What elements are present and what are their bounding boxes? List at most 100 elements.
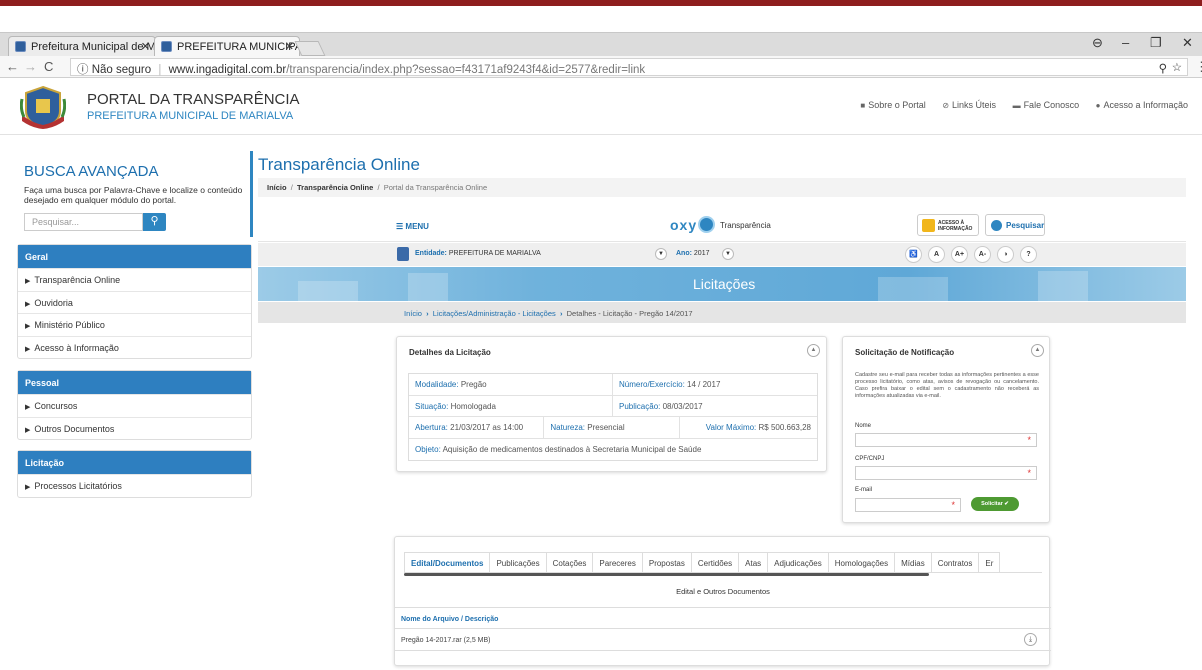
menu-group-title: Licitação xyxy=(18,451,251,474)
tab-edital[interactable]: Edital/Documentos xyxy=(404,552,491,572)
chevron-up-icon[interactable]: ▲ xyxy=(1031,344,1044,357)
font-increase-button[interactable]: A+ xyxy=(951,246,968,263)
busca-title: BUSCA AVANÇADA xyxy=(24,163,159,180)
site-title: PORTAL DA TRANSPARÊNCIA xyxy=(87,91,300,108)
browser-tab-2[interactable]: PREFEITURA MUNICIPAL ✕ xyxy=(154,36,300,57)
star-icon[interactable]: ☆ xyxy=(1172,60,1182,74)
banner-decoration xyxy=(408,273,448,301)
chevron-down-icon[interactable]: ▼ xyxy=(655,248,667,260)
tab-er[interactable]: Er xyxy=(978,552,1001,572)
tabs-scrollbar[interactable] xyxy=(404,573,929,576)
favicon-icon xyxy=(161,41,172,52)
tab-propostas[interactable]: Propostas xyxy=(641,552,692,572)
nome-label: Nome xyxy=(855,423,872,429)
field-value: R$ 500.663,28 xyxy=(758,423,812,432)
details-card: Detalhes da Licitação ▲ Modalidade: Preg… xyxy=(396,336,827,472)
solicitar-button[interactable]: Solicitar ✔ xyxy=(971,497,1019,511)
tab-homologacoes[interactable]: Homologações xyxy=(827,552,896,572)
link-links-uteis[interactable]: ⊘ Links Úteis xyxy=(942,100,996,110)
link-acesso[interactable]: ● Acesso a Informação xyxy=(1096,100,1188,110)
sidebar-item-concursos[interactable]: ▶ Concursos xyxy=(18,394,251,417)
chat-icon: ▬ xyxy=(1012,101,1021,110)
accessibility-icon[interactable]: ♿ xyxy=(905,246,922,263)
entity-select[interactable]: Entidade: PREFEITURA DE MARIALVA xyxy=(415,250,541,257)
email-field[interactable]: * xyxy=(855,498,961,512)
font-normal-button[interactable]: A xyxy=(928,246,945,263)
help-button[interactable]: ? xyxy=(1020,246,1037,263)
tab-midias[interactable]: Mídias xyxy=(894,552,932,572)
breadcrumb-section[interactable]: Transparência Online xyxy=(297,183,373,192)
field-value: 14 / 2017 xyxy=(687,380,721,389)
pesquisar-button[interactable]: Pesquisar xyxy=(985,214,1045,236)
forward-icon[interactable]: → xyxy=(24,59,37,74)
chevron-up-icon[interactable]: ▲ xyxy=(807,344,820,357)
tab-pareceres[interactable]: Pareceres xyxy=(592,552,643,572)
tab-cotacoes[interactable]: Cotações xyxy=(545,552,594,572)
menu-dots-icon[interactable]: ⋮ xyxy=(1195,59,1202,75)
email-label: E-mail xyxy=(855,487,873,493)
list-item[interactable]: Pregão 14-2017.rar (2,5 MB) ⤓ xyxy=(395,629,1051,651)
ano-select[interactable]: Ano: 2017 xyxy=(676,250,709,257)
info-icon[interactable]: ⓘ xyxy=(77,64,89,76)
banner-title: Licitações xyxy=(693,276,756,292)
sidebar-item-processos[interactable]: ▶ Processos Licitatórios xyxy=(18,474,251,497)
menu-button[interactable]: ☰ MENU xyxy=(396,222,429,231)
nome-field[interactable]: * xyxy=(855,433,1037,447)
tab-publicacoes[interactable]: Publicações xyxy=(489,552,547,572)
breadcrumb-current: Portal da Transparência Online xyxy=(383,183,488,192)
info-icon xyxy=(922,219,935,232)
field-label: Objeto: xyxy=(415,444,441,454)
sidebar-item-label: Ministério Público xyxy=(34,320,105,330)
sidebar-item-ministerio[interactable]: ▶ Ministério Público xyxy=(18,313,251,336)
search-icon xyxy=(991,220,1002,231)
sidebar-item-acesso[interactable]: ▶ Acesso à Informação xyxy=(18,335,251,359)
tab-certidoes[interactable]: Certidões xyxy=(690,552,740,572)
document-tabs: Edital/Documentos Publicações Cotações Pare… xyxy=(404,552,1042,573)
field-value: Pregão xyxy=(460,380,487,389)
breadcrumb-home[interactable]: Início xyxy=(404,309,422,318)
close-icon[interactable]: ✕ xyxy=(141,40,150,53)
breadcrumb-secondary: Início › Licitações/Administração - Lici… xyxy=(258,302,1186,323)
download-icon[interactable]: ⤓ xyxy=(1024,633,1037,646)
sidebar-search-button[interactable]: ⚲ xyxy=(143,213,166,231)
tab-contratos[interactable]: Contratos xyxy=(930,552,980,572)
sidebar-item-transparencia[interactable]: ▶ Transparência Online xyxy=(18,268,251,291)
breadcrumb-section[interactable]: Licitações/Administração - Licitações xyxy=(433,309,556,318)
browser-tab-label: Prefeitura Municipal de M xyxy=(31,41,156,53)
acesso-informacao-button[interactable]: ACESSO À INFORMAÇÃO xyxy=(917,214,979,236)
sidebar-item-outros[interactable]: ▶ Outros Documentos xyxy=(18,416,251,440)
tab-adjudicacoes[interactable]: Adjudicações xyxy=(767,552,829,572)
profile-icon[interactable]: ⊖ xyxy=(1092,35,1103,51)
required-icon: * xyxy=(1027,468,1031,478)
close-icon[interactable]: ✕ xyxy=(285,40,294,53)
banner-decoration xyxy=(878,277,948,301)
cpf-field[interactable]: * xyxy=(855,466,1037,480)
close-window-icon[interactable]: ✕ xyxy=(1182,35,1193,51)
link-label: Sobre o Portal xyxy=(868,100,926,110)
link-label: Acesso a Informação xyxy=(1103,100,1188,110)
font-decrease-button[interactable]: A- xyxy=(974,246,991,263)
browser-tab-bar: Prefeitura Municipal de M ✕ PREFEITURA M… xyxy=(0,32,1202,57)
chevron-down-icon[interactable]: ▼ xyxy=(722,248,734,260)
minimize-icon[interactable]: – xyxy=(1122,35,1129,50)
contrast-icon[interactable]: ◑ xyxy=(997,246,1014,263)
breadcrumb-home[interactable]: Início xyxy=(267,183,287,192)
restore-icon[interactable]: ❐ xyxy=(1150,35,1162,51)
url-input[interactable]: ⓘ Não seguro | www.ingadigital.com.br/tr… xyxy=(70,58,1188,76)
back-icon[interactable]: ← xyxy=(6,59,19,74)
link-fale-conosco[interactable]: ▬ Fale Conosco xyxy=(1013,100,1080,110)
sidebar-search-input[interactable]: Pesquisar... xyxy=(24,213,143,231)
table-cell: Número/Exercício: 14 / 2017 xyxy=(613,374,817,395)
tab-atas[interactable]: Atas xyxy=(738,552,769,572)
reload-icon[interactable]: C xyxy=(44,59,53,74)
sidebar-item-label: Acesso à Informação xyxy=(34,342,119,353)
pesquisar-label: Pesquisar xyxy=(1006,221,1045,230)
link-sobre[interactable]: ■ Sobre o Portal xyxy=(860,100,925,110)
zoom-icon[interactable]: ⚲ xyxy=(1159,61,1167,75)
breadcrumb-current: Detalhes - Licitação - Pregão 14/2017 xyxy=(566,309,693,318)
page-title: Transparência Online xyxy=(258,155,420,174)
sidebar-item-ouvidoria[interactable]: ▶ Ouvidoria xyxy=(18,290,251,314)
file-name: Pregão 14-2017.rar (2,5 MB) xyxy=(401,637,491,644)
table-row: Objeto: Aquisição de medicamentos destin… xyxy=(409,439,817,461)
browser-tab-1[interactable]: Prefeitura Municipal de M ✕ xyxy=(8,36,156,57)
